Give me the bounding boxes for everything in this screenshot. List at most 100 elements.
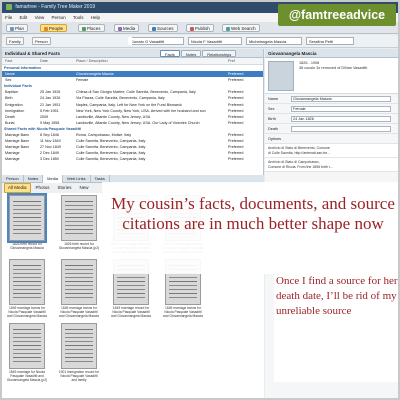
media-thumbnail[interactable]: 1826 birth record for Giovannangela Masc… bbox=[6, 193, 48, 254]
workspace-people[interactable]: People bbox=[40, 24, 68, 32]
options-button[interactable]: Options bbox=[268, 137, 281, 141]
tab-media[interactable]: Media bbox=[43, 175, 64, 183]
facts-list: Personal Information Name Giovannangela Ma… bbox=[2, 65, 263, 163]
child-selector[interactable]: Serafina Petti bbox=[306, 37, 354, 45]
author-handle-badge: @famtreeadvice bbox=[278, 4, 396, 26]
death-row: Death bbox=[265, 124, 398, 134]
places-icon bbox=[82, 26, 86, 31]
overlay-banner-text: My cousin’s facts, documents, and source… bbox=[102, 182, 398, 274]
death-field[interactable] bbox=[291, 126, 391, 132]
media-thumbnail[interactable]: 1849 marriage for Nicola Pasquale Vasadi… bbox=[6, 323, 48, 382]
tab-notes-detail[interactable]: Notes bbox=[24, 175, 44, 183]
facts-pane-header: Individual & Shared Facts Facts Notes Rela… bbox=[2, 49, 263, 58]
workspace-media[interactable]: Media bbox=[114, 24, 140, 32]
options-row: Options bbox=[265, 134, 398, 144]
menu-edit[interactable]: Edit bbox=[20, 15, 28, 20]
media-icon bbox=[118, 26, 122, 31]
workspace-plan[interactable]: Plan bbox=[6, 24, 29, 32]
name-label: Name bbox=[268, 97, 279, 101]
web-search-icon bbox=[226, 26, 230, 31]
filter-all-media[interactable]: All Media bbox=[4, 183, 31, 193]
death-label: Death bbox=[268, 127, 279, 131]
overlay-note-text: Once I find a source for her death date,… bbox=[274, 272, 398, 382]
name-field[interactable]: Giovannangela Mascia bbox=[291, 96, 391, 102]
tab-family[interactable]: Family bbox=[6, 37, 24, 45]
workspace-publish[interactable]: Publish bbox=[186, 24, 214, 32]
document-image bbox=[61, 195, 97, 241]
document-image bbox=[9, 259, 45, 305]
person-card: 1826 - 1908 36 cousin 3x removed of DiNa… bbox=[265, 58, 398, 94]
person-info: 1826 - 1908 36 cousin 3x removed of DiNa… bbox=[299, 61, 367, 71]
media-thumbnail[interactable]: 1849 marriage banns for Nicola Pasquale … bbox=[58, 259, 100, 318]
media-thumbnail[interactable]: 1849 marriage banns for Nicola Pasquale … bbox=[6, 259, 48, 318]
tab-relationships[interactable]: Relationships bbox=[202, 50, 237, 57]
person-photo-placeholder[interactable] bbox=[268, 61, 294, 91]
facts-pane-title: Individual & Shared Facts bbox=[5, 51, 61, 56]
fact-row[interactable]: Marriage 3 Dec 1850 Colle Sannita, Beneven… bbox=[2, 156, 263, 162]
menu-person[interactable]: Person bbox=[52, 15, 66, 20]
sex-field[interactable]: Female bbox=[291, 106, 391, 112]
spouse-selector[interactable]: Nicola F Vasaditti bbox=[188, 37, 242, 45]
birth-row: Birth 24 Jan 1826 bbox=[265, 114, 398, 124]
filter-photos[interactable]: Photos bbox=[33, 183, 53, 193]
document-image bbox=[61, 323, 97, 369]
workspace-sources[interactable]: Sources bbox=[148, 24, 178, 32]
col-pref[interactable]: Pref bbox=[228, 58, 235, 65]
sex-row: Sex Female bbox=[265, 104, 398, 114]
filter-stories[interactable]: Stories bbox=[55, 183, 75, 193]
tab-web-links[interactable]: Web Links bbox=[63, 175, 91, 183]
tab-notes[interactable]: Notes bbox=[180, 50, 202, 57]
media-caption: 1826 birth record for Giovannangela Masc… bbox=[10, 242, 44, 250]
person-detail-title: Giovannangela Mascia bbox=[265, 49, 398, 58]
new-media-button[interactable]: New bbox=[77, 183, 92, 193]
person-fields: Name Giovannangela Mascia Sex Female Bir… bbox=[265, 94, 398, 144]
birth-label: Birth bbox=[268, 117, 276, 121]
workspace-web-search[interactable]: Web Search bbox=[222, 24, 260, 32]
citation-1[interactable]: Archivio di Stato di Benevento, Comune d… bbox=[265, 144, 398, 158]
citation-2[interactable]: Archivio di Stato di Campobasso, Comune … bbox=[265, 158, 398, 172]
document-image bbox=[61, 259, 97, 305]
menu-help[interactable]: Help bbox=[91, 15, 100, 20]
col-place[interactable]: Place / Description bbox=[76, 58, 108, 65]
fact-preferred: Preferred bbox=[228, 157, 244, 162]
media-caption: 1849 marriage for Nicola Pasquale Vasadi… bbox=[6, 370, 48, 382]
family-bar: Family Person Donato G Vasaditti Nicola … bbox=[2, 35, 398, 48]
media-thumbnail[interactable]: 1901 immigration record for Nicola Pasqu… bbox=[58, 323, 100, 382]
fact-name: Marriage bbox=[5, 157, 20, 162]
tab-person[interactable]: Person bbox=[32, 37, 51, 45]
name-row: Name Giovannangela Mascia bbox=[265, 94, 398, 104]
media-caption: 1826 birth record for Giovannangela Masc… bbox=[58, 242, 100, 250]
sex-label: Sex bbox=[268, 107, 275, 111]
media-caption: 1849 marriage banns for Nicola Pasquale … bbox=[59, 306, 99, 318]
menu-file[interactable]: File bbox=[5, 15, 12, 20]
tab-person-detail[interactable]: Person bbox=[2, 175, 24, 183]
sources-icon bbox=[152, 26, 156, 31]
tab-facts[interactable]: Facts bbox=[160, 50, 180, 57]
document-image bbox=[7, 193, 47, 243]
fact-date: 3 Dec 1850 bbox=[40, 157, 59, 162]
app-window: famartree - Family Tree Maker 2019 — ▢ ✕… bbox=[0, 0, 400, 400]
col-fact[interactable]: Fact bbox=[5, 58, 12, 65]
publish-icon bbox=[190, 26, 194, 31]
menu-view[interactable]: View bbox=[35, 15, 45, 20]
col-date[interactable]: Date bbox=[40, 58, 48, 65]
menu-tools[interactable]: Tools bbox=[73, 15, 84, 20]
father-selector[interactable]: Donato G Vasaditti bbox=[128, 37, 184, 45]
spacer bbox=[128, 37, 132, 45]
window-title: famartree - Family Tree Maker 2019 bbox=[15, 4, 96, 10]
media-caption: 1901 immigration record for Nicola Pasqu… bbox=[58, 370, 100, 382]
plan-icon bbox=[10, 26, 14, 31]
media-caption: 1849 marriage banns for Nicola Pasquale … bbox=[7, 306, 47, 318]
app-logo-icon bbox=[6, 3, 12, 10]
document-image bbox=[9, 323, 45, 369]
facts-column-headers: Fact Date Place / Description Pref bbox=[2, 58, 263, 65]
media-thumbnail[interactable]: 1826 birth record for Giovannangela Masc… bbox=[58, 195, 100, 254]
birth-field[interactable]: 24 Jan 1826 bbox=[291, 116, 391, 122]
media-caption: 1849 marriage banns for Nicola Pasquale … bbox=[163, 306, 203, 318]
workspace-places[interactable]: Places bbox=[78, 24, 105, 32]
mother-selector[interactable]: Michelangela Mascia bbox=[246, 37, 302, 45]
people-icon bbox=[44, 26, 48, 31]
media-caption: 1849 marriage record for Nicola Pasquale… bbox=[111, 306, 151, 318]
person-relationship: 36 cousin 3x removed of DiNan Vasaditti bbox=[299, 66, 368, 70]
fact-place: Colle Sannita, Benevento, Campania, Ital… bbox=[76, 157, 146, 162]
